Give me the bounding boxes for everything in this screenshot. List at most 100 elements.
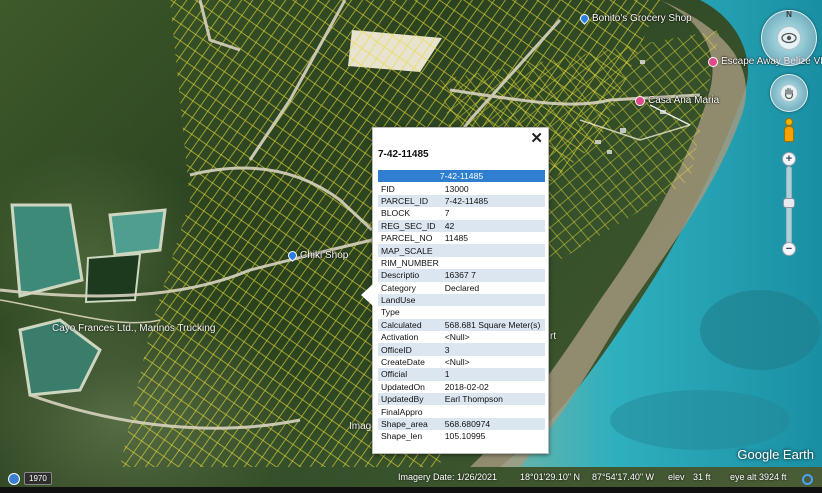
attribute-value: 568.680974 — [441, 417, 545, 431]
attribute-value: 1 — [441, 368, 545, 381]
latitude: 18°01'29.10" N — [520, 472, 581, 482]
attribute-key: PARCEL_NO — [381, 233, 433, 244]
place-cayo-frances[interactable]: Cayo Frances Ltd., Marinos Trucking — [52, 323, 215, 334]
partial-map-label: rt — [550, 331, 557, 342]
attribute-row: MAP_SCALE — [378, 244, 545, 257]
popup-title: 7-42-11485 — [378, 149, 429, 160]
attribute-value: <Null> — [444, 332, 470, 343]
attribute-row: PARCEL_ID 7-42-11485 — [378, 194, 545, 208]
attribute-row: Calculated 568.681 Square Meter(s) — [378, 318, 545, 332]
attribute-row: RIM_NUMBER — [378, 257, 545, 269]
place-bonitos-grocery[interactable]: Bonito's Grocery Shop — [578, 12, 692, 25]
attribute-key: LandUse — [378, 293, 442, 307]
attribute-header-row: 7-42-11485 — [378, 170, 545, 183]
compass-north-label[interactable]: N — [786, 10, 792, 19]
imagery-date: Imagery Date: 1/26/2021 — [398, 472, 498, 482]
place-label: Casa Ana Maria — [648, 95, 720, 106]
attribute-key: Shape_area — [378, 417, 442, 431]
attribute-value: 13000 — [444, 183, 469, 194]
zoom-out-button[interactable]: − — [782, 242, 796, 256]
attribute-key: PARCEL_ID — [378, 194, 442, 208]
attribute-value: Earl Thompson — [441, 393, 545, 406]
attribute-key: Descriptio — [378, 269, 442, 282]
attribute-row: Shape_area 568.680974 — [378, 417, 545, 431]
elevation-value: 31 ft — [693, 472, 711, 482]
attribute-key: Shape_len — [381, 431, 423, 442]
attribute-row: Official 1 — [378, 368, 545, 381]
attribute-key: REG_SEC_ID — [378, 219, 442, 232]
attribute-key: RIM_NUMBER — [381, 257, 439, 268]
taskbar-strip — [0, 487, 822, 493]
attribute-value: 2018-02-02 — [444, 381, 489, 392]
attribute-value: 11485 — [444, 233, 469, 244]
attribute-value: 7-42-11485 — [441, 194, 545, 208]
place-casa-ana-maria[interactable]: Casa Ana Maria — [635, 95, 719, 106]
partial-map-label: Imag — [349, 421, 372, 432]
attribute-row: Descriptio 16367 7 — [378, 269, 545, 282]
attribute-key: UpdatedOn — [381, 381, 425, 392]
attribute-key: Calculated — [378, 318, 442, 332]
attribute-key: Activation — [381, 332, 419, 343]
attribute-row: CreateDate <Null> — [378, 356, 545, 368]
attribute-value: <Null> — [444, 357, 470, 368]
attribute-value — [442, 306, 545, 318]
lodging-pin-icon[interactable] — [635, 95, 645, 106]
popup-pointer — [361, 284, 373, 306]
attribute-row: Activation <Null> — [378, 331, 545, 343]
elevation-label: elev — [668, 472, 685, 482]
move-control-ring[interactable] — [770, 74, 808, 112]
map-pin-icon[interactable] — [286, 249, 299, 262]
attribute-row: FID 13000 — [378, 182, 545, 194]
zoom-in-button[interactable]: + — [782, 152, 796, 166]
google-earth-logo: Google Earth — [737, 447, 814, 462]
attribute-row: OfficeID 3 — [378, 343, 545, 356]
attribute-key: FID — [381, 183, 395, 194]
attribute-row: Type — [378, 306, 545, 318]
zoom-slider-thumb[interactable] — [783, 198, 795, 208]
close-icon[interactable]: ✕ — [530, 129, 543, 147]
attribute-key: Category — [381, 282, 416, 293]
attribute-value — [442, 405, 545, 417]
attribute-row: BLOCK 7 — [378, 207, 545, 219]
loading-indicator-icon — [802, 474, 813, 485]
attribute-row: Shape_len 105.10995 — [378, 430, 545, 442]
attribute-key: FinalAppro — [381, 406, 423, 417]
place-chiki-shop[interactable]: Chiki Shop — [286, 249, 349, 262]
attribute-key: OfficeID — [378, 343, 442, 356]
attribute-value — [441, 244, 545, 257]
attribute-key: Type — [381, 307, 400, 318]
attribute-key: CreateDate — [381, 357, 425, 368]
eye-compass-icon[interactable] — [777, 26, 801, 50]
attribute-header-value: 7-42-11485 — [378, 170, 545, 183]
attribute-value: 16367 7 — [441, 269, 545, 282]
attribute-value — [442, 257, 545, 269]
attribute-row: PARCEL_NO 11485 — [378, 232, 545, 244]
map-pin-icon[interactable] — [578, 12, 591, 25]
place-label: Bonito's Grocery Shop — [592, 13, 692, 24]
attribute-value — [441, 293, 545, 307]
attribute-row: Category Declared — [378, 282, 545, 294]
attribute-value: 105.10995 — [444, 431, 486, 442]
attribute-row: LandUse — [378, 293, 545, 307]
attribute-value: 3 — [441, 343, 545, 356]
lodging-pin-icon[interactable] — [708, 56, 718, 67]
attribute-row: REG_SEC_ID 42 — [378, 219, 545, 232]
street-view-pegman-icon[interactable] — [781, 118, 797, 146]
attribute-row: FinalAppro — [378, 405, 545, 417]
look-control-ring[interactable]: N — [761, 10, 817, 66]
place-label: Chiki Shop — [300, 250, 349, 261]
attribute-key: Official — [378, 368, 442, 381]
hand-pan-icon[interactable] — [780, 84, 798, 102]
attribute-value: 568.681 Square Meter(s) — [441, 318, 545, 332]
attribute-value: Declared — [444, 282, 480, 293]
longitude: 87°54'17.40" W — [592, 472, 655, 482]
eye-altitude: eye alt 3924 ft — [730, 472, 787, 482]
attribute-table: 7-42-11485 FID 13000 PARCEL_ID 7-42-11485 BL… — [378, 170, 545, 443]
attribute-key: MAP_SCALE — [378, 244, 442, 257]
attribute-value: 7 — [444, 208, 450, 219]
attribute-row: UpdatedBy Earl Thompson — [378, 393, 545, 406]
attribute-key: UpdatedBy — [378, 393, 442, 406]
attribute-key: BLOCK — [381, 208, 411, 219]
parcel-info-popup: ✕ 7-42-11485 7-42-11485 FID 13000 PARCEL_I… — [361, 127, 549, 454]
attribute-row: UpdatedOn 2018-02-02 — [378, 381, 545, 393]
